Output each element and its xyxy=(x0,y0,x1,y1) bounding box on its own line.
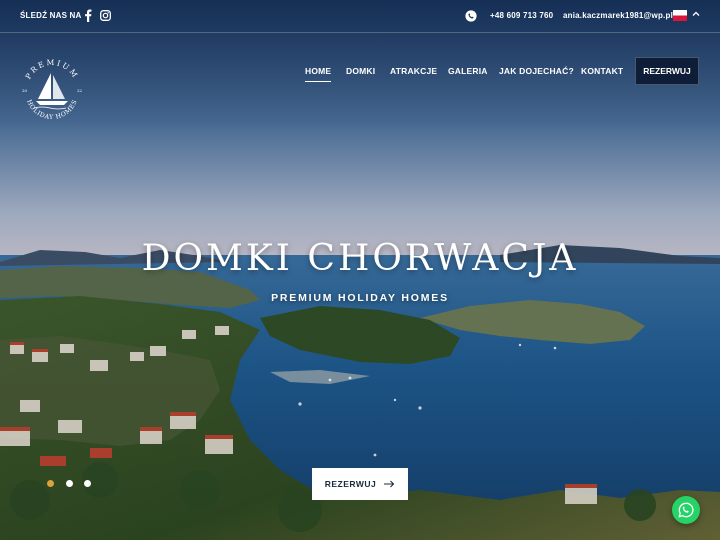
site-logo[interactable]: PREMIUM HOLIDAY HOMES 20 22 xyxy=(18,55,86,125)
slider-dot-2[interactable] xyxy=(66,480,73,487)
logo-year-right: 22 xyxy=(77,88,83,93)
phone-link[interactable]: +48 609 713 760 xyxy=(490,11,553,20)
top-bar: ŚLEDŹ NAS NA +48 609 713 760 ania.kaczma… xyxy=(0,0,720,33)
whatsapp-icon[interactable] xyxy=(465,10,477,22)
arrow-right-icon xyxy=(384,480,395,488)
nav-home[interactable]: HOME xyxy=(305,66,332,82)
logo-text-top: PREMIUM xyxy=(24,58,79,81)
whatsapp-chat-button[interactable] xyxy=(672,496,700,524)
hero-subtitle: PREMIUM HOLIDAY HOMES xyxy=(271,292,449,304)
facebook-icon[interactable] xyxy=(82,9,94,22)
nav-book-button[interactable]: REZERWUJ xyxy=(635,57,699,85)
nav-jak-dojechac[interactable]: JAK DOJECHAĆ? xyxy=(499,66,574,76)
chevron-up-icon[interactable] xyxy=(692,10,700,18)
logo-year-left: 20 xyxy=(22,88,28,93)
poland-flag-icon[interactable] xyxy=(673,10,687,21)
nav-domki[interactable]: DOMKI xyxy=(346,66,375,76)
follow-us-label: ŚLEDŹ NAS NA xyxy=(20,11,82,20)
slider-dot-3[interactable] xyxy=(84,480,91,487)
nav-kontakt[interactable]: KONTAKT xyxy=(581,66,623,76)
slider-dot-1[interactable] xyxy=(47,480,54,487)
email-link[interactable]: ania.kaczmarek1981@wp.pl xyxy=(563,11,673,20)
hero-book-button-label: REZERWUJ xyxy=(324,479,377,489)
nav-atrakcje[interactable]: ATRAKCJE xyxy=(390,66,437,76)
hero-title: DOMKI CHORWACJA xyxy=(141,238,579,279)
nav-galeria[interactable]: GALERIA xyxy=(448,66,488,76)
sailboat-icon xyxy=(33,73,68,110)
hero-book-button[interactable]: REZERWUJ xyxy=(312,468,408,500)
instagram-icon[interactable] xyxy=(100,10,111,21)
whatsapp-icon xyxy=(678,502,694,518)
svg-text:PREMIUM: PREMIUM xyxy=(24,58,81,81)
